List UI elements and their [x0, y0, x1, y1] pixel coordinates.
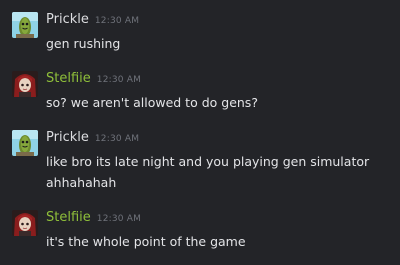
chat-log: Prickle 12:30 AM gen rushing Stelfiie 12…: [0, 0, 400, 265]
message-line: like bro its late night and you playing …: [46, 154, 370, 169]
message-text: it's the whole point of the game: [46, 231, 391, 252]
message-text: so? we aren't allowed to do gens?: [46, 92, 391, 113]
message-text: like bro its late night and you playing …: [46, 151, 391, 193]
message-line: gen rushing: [46, 36, 121, 51]
message-line: it's the whole point of the game: [46, 234, 246, 249]
message-line: ahhahahah: [46, 175, 117, 190]
message-line: so? we aren't allowed to do gens?: [46, 95, 258, 110]
author-name[interactable]: Prickle: [46, 130, 89, 146]
author-name[interactable]: Stelfiie: [46, 71, 91, 87]
author-name[interactable]: Stelfiie: [46, 210, 91, 226]
timestamp: 12:30 AM: [94, 16, 140, 26]
red-hair-character-avatar-icon[interactable]: [12, 71, 38, 97]
red-hair-character-avatar-icon[interactable]: [12, 210, 38, 236]
timestamp: 12:30 AM: [96, 214, 142, 224]
message-text: gen rushing: [46, 33, 391, 54]
pickle-avatar-icon[interactable]: [12, 12, 38, 38]
author-name[interactable]: Prickle: [46, 12, 89, 28]
timestamp: 12:30 AM: [94, 134, 140, 144]
pickle-avatar-icon[interactable]: [12, 130, 38, 156]
timestamp: 12:30 AM: [96, 75, 142, 85]
